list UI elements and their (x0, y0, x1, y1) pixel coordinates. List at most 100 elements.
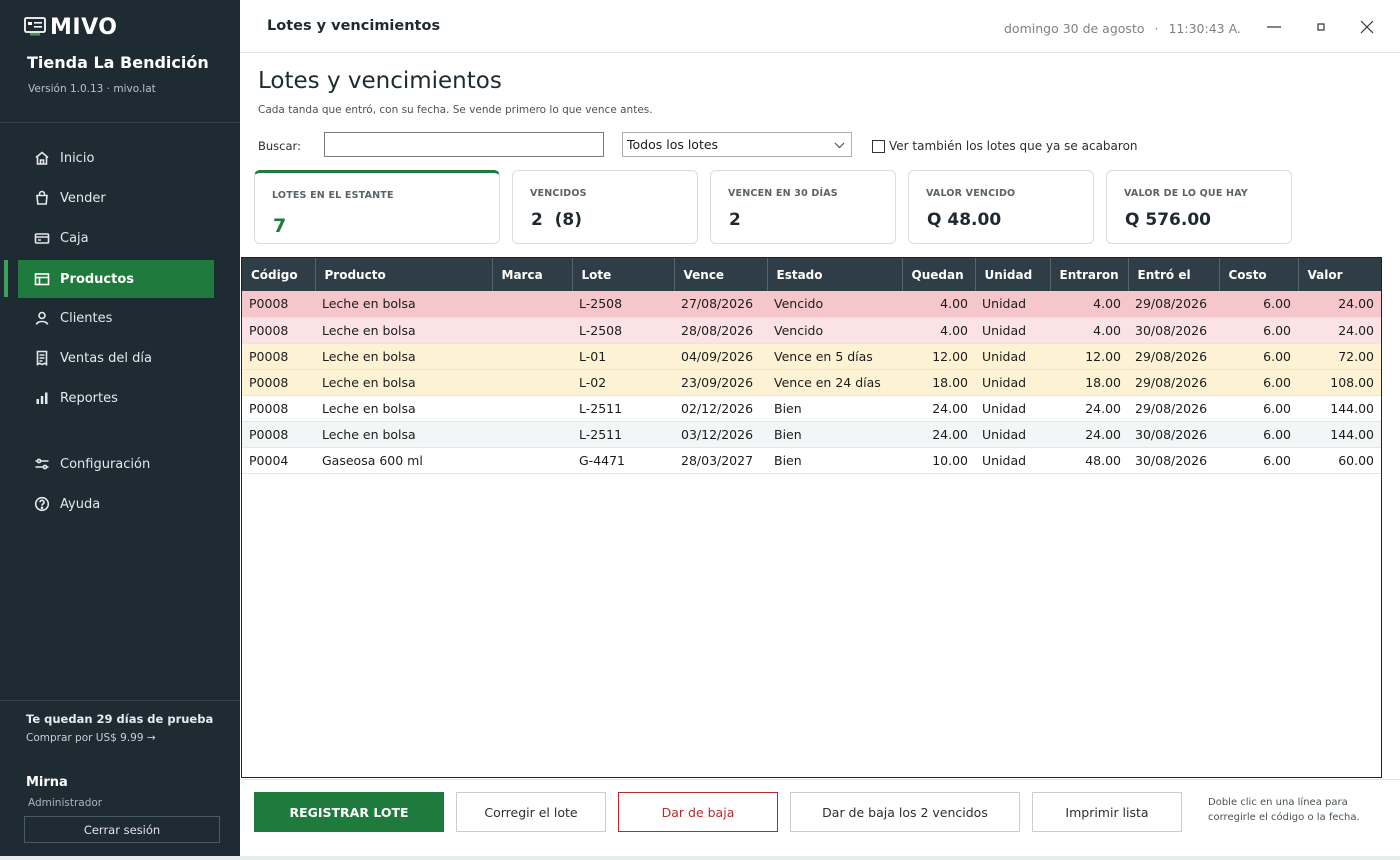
search-label: Buscar: (258, 139, 301, 153)
sidebar-item-vender[interactable]: Vender (18, 179, 214, 217)
brand: MIVO (24, 14, 118, 40)
maximize-icon (1317, 23, 1325, 31)
active-nav-indicator (4, 260, 8, 297)
lot-filter-select[interactable]: Todos los lotes (622, 132, 852, 157)
cell-marca (492, 369, 572, 396)
sidebar-item-inicio[interactable]: Inicio (18, 139, 214, 177)
column-header-valor[interactable]: Valor (1298, 258, 1381, 291)
cell-valor: 60.00 (1298, 447, 1381, 474)
products-icon (34, 271, 50, 287)
cell-entraron: 4.00 (1050, 291, 1128, 318)
chevron-down-icon (834, 142, 845, 149)
sidebar-item-reportes[interactable]: Reportes (18, 379, 214, 417)
column-header-entro-el[interactable]: Entró el (1128, 258, 1220, 291)
sidebar-divider (0, 122, 240, 123)
sidebar-item-caja[interactable]: Caja (18, 219, 214, 257)
card-label: VALOR DE LO QUE HAY (1124, 188, 1248, 199)
cell-entro-el: 29/08/2026 (1128, 395, 1219, 422)
card-value: Q 576.00 (1125, 210, 1211, 230)
cell-entraron: 24.00 (1050, 395, 1128, 422)
column-header-estado[interactable]: Estado (767, 258, 903, 291)
current-date: domingo 30 de agosto (1004, 21, 1145, 36)
column-header-quedan[interactable]: Quedan (902, 258, 976, 291)
cell-producto: Leche en bolsa (315, 369, 492, 396)
sidebar-item-productos[interactable]: Productos (18, 260, 214, 298)
cell-vence: 23/09/2026 (674, 369, 767, 396)
current-datetime: domingo 30 de agosto · 11:30:43 A. (1004, 21, 1241, 36)
table-row[interactable]: P0008 Leche en bolsa L-2511 02/12/2026 Bien 2… (242, 395, 1381, 422)
logout-button[interactable]: Cerrar sesión (24, 816, 220, 843)
column-header-producto[interactable]: Producto (315, 258, 493, 291)
card-value: Q 48.00 (927, 210, 1002, 230)
show-finished-label: Ver también los lotes que ya se acabaron (889, 139, 1138, 153)
sidebar-bottom-divider (0, 700, 240, 701)
cell-entro-el: 30/08/2026 (1128, 421, 1219, 448)
current-time: 11:30:43 A. (1168, 21, 1241, 36)
sidebar-item-label: Ventas del día (60, 350, 152, 366)
edit-hint: Doble clic en una línea para corregirle … (1208, 797, 1360, 823)
cell-estado: Bien (767, 447, 902, 474)
cell-lote: L-02 (572, 369, 674, 396)
buy-license-link[interactable]: Comprar por US$ 9.99 → (26, 732, 156, 744)
cell-codigo: P0008 (242, 369, 315, 396)
column-header-entraron[interactable]: Entraron (1050, 258, 1129, 291)
cell-entro-el: 30/08/2026 (1128, 317, 1219, 344)
brand-name: MIVO (50, 14, 118, 40)
print-list-button[interactable]: Imprimir lista (1032, 792, 1182, 832)
cell-lote: L-2511 (572, 395, 674, 422)
column-header-codigo[interactable]: Código (242, 258, 316, 291)
table-row[interactable]: P0008 Leche en bolsa L-2508 27/08/2026 Venci… (242, 291, 1381, 318)
cell-entro-el: 30/08/2026 (1128, 447, 1219, 474)
cell-quedan: 18.00 (902, 369, 975, 396)
cell-quedan: 4.00 (902, 291, 975, 318)
card-label: VENCEN EN 30 DÍAS (728, 188, 838, 199)
table-header-row: Código Producto Marca Lote Vence Estado Quedan… (242, 258, 1381, 291)
cell-valor: 24.00 (1298, 317, 1381, 344)
close-window-button[interactable] (1354, 14, 1380, 40)
table-row[interactable]: P0008 Leche en bolsa L-2511 03/12/2026 Bien 2… (242, 421, 1381, 448)
column-header-costo[interactable]: Costo (1219, 258, 1299, 291)
cell-costo: 6.00 (1219, 291, 1298, 318)
cell-unidad: Unidad (975, 317, 1050, 344)
discard-expired-button[interactable]: Dar de baja los 2 vencidos (790, 792, 1020, 832)
cell-marca (492, 343, 572, 370)
cell-entraron: 12.00 (1050, 343, 1128, 370)
bar-chart-icon (34, 390, 50, 406)
minimize-button[interactable] (1261, 14, 1287, 40)
table-row[interactable]: P0008 Leche en bolsa L-2508 28/08/2026 Venci… (242, 317, 1381, 344)
sidebar-item-clientes[interactable]: Clientes (18, 299, 214, 337)
table-row[interactable]: P0004 Gaseosa 600 ml G-4471 28/03/2027 Bien 1… (242, 447, 1381, 474)
column-header-unidad[interactable]: Unidad (975, 258, 1051, 291)
column-header-lote[interactable]: Lote (572, 258, 675, 291)
lots-table[interactable]: Código Producto Marca Lote Vence Estado Quedan… (241, 257, 1382, 778)
column-header-vence[interactable]: Vence (674, 258, 768, 291)
cell-unidad: Unidad (975, 291, 1050, 318)
sidebar-item-ventas-del-dia[interactable]: Ventas del día (18, 339, 214, 377)
table-row[interactable]: P0008 Leche en bolsa L-02 23/09/2026 Vence e… (242, 369, 1381, 396)
cell-quedan: 24.00 (902, 395, 975, 422)
footer-divider (240, 779, 1400, 780)
cell-valor: 144.00 (1298, 421, 1381, 448)
cell-estado: Vencido (767, 317, 902, 344)
maximize-button[interactable] (1308, 14, 1334, 40)
show-finished-checkbox[interactable]: Ver también los lotes que ya se acabaron (872, 139, 1138, 153)
search-input[interactable] (324, 132, 604, 157)
table-row[interactable]: P0008 Leche en bolsa L-01 04/09/2026 Vence e… (242, 343, 1381, 370)
register-lot-button[interactable]: REGISTRAR LOTE (254, 792, 444, 832)
card-label: LOTES EN EL ESTANTE (272, 190, 394, 201)
sidebar-item-label: Inicio (60, 150, 95, 166)
discard-lot-button[interactable]: Dar de baja (618, 792, 778, 832)
cell-valor: 72.00 (1298, 343, 1381, 370)
store-name: Tienda La Bendición (27, 53, 209, 72)
cell-estado: Vence en 24 días (767, 369, 902, 396)
cell-lote: L-2508 (572, 317, 674, 344)
checkbox-box[interactable] (872, 139, 885, 153)
correct-lot-button[interactable]: Corregir el lote (456, 792, 606, 832)
sidebar-item-label: Productos (60, 271, 135, 287)
sidebar-item-ayuda[interactable]: Ayuda (18, 485, 214, 523)
card-label: VENCIDOS (530, 188, 587, 199)
card-expired: VENCIDOS 2 (8) (512, 170, 698, 244)
sidebar-item-configuracion[interactable]: Configuración (18, 445, 214, 483)
column-header-marca[interactable]: Marca (492, 258, 573, 291)
cell-entraron: 24.00 (1050, 421, 1128, 448)
